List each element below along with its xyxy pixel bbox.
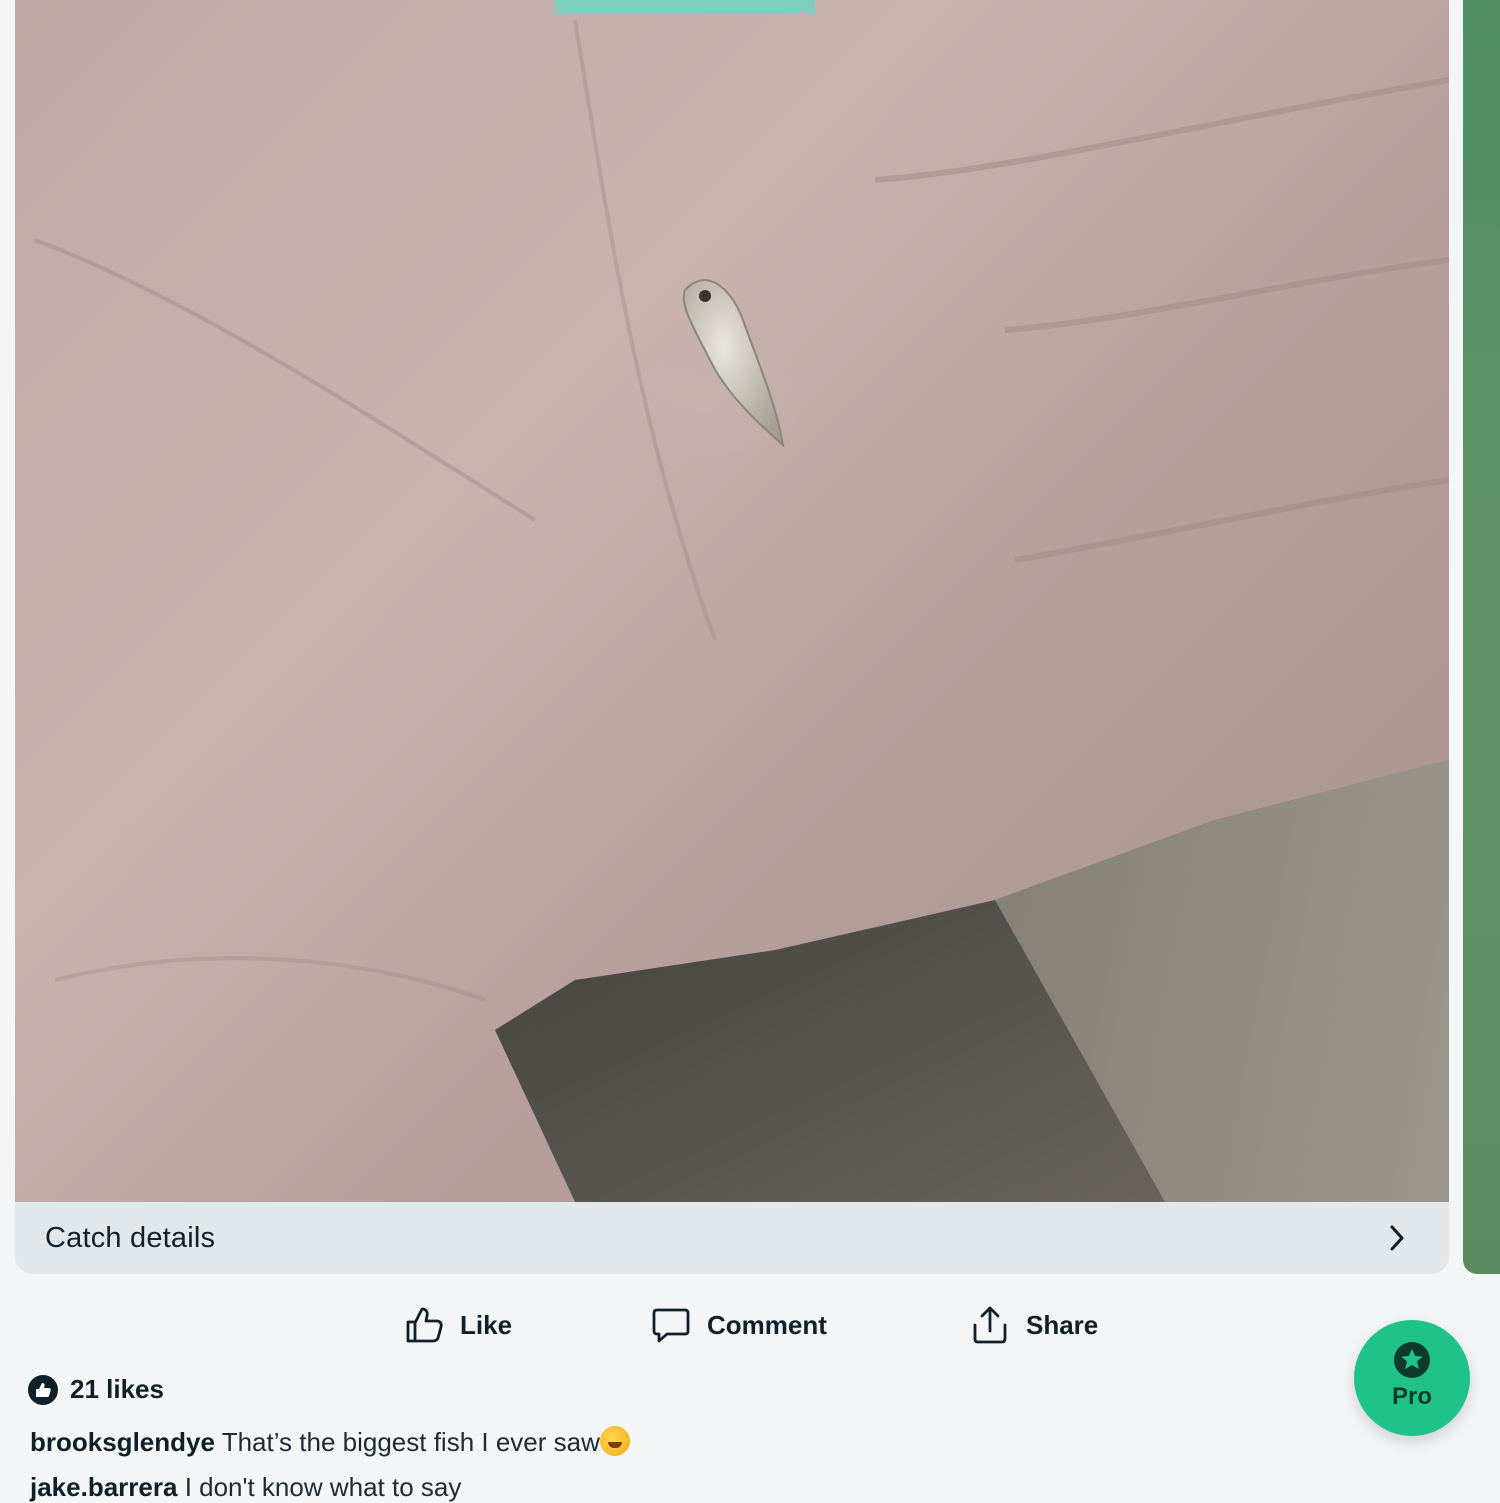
chevron-right-icon — [1390, 1225, 1404, 1251]
share-button[interactable]: Share — [970, 1296, 1098, 1354]
like-button[interactable]: Like — [404, 1296, 512, 1354]
catch-details-label: Catch details — [45, 1221, 216, 1254]
comment-text: That’s the biggest fish I ever saw — [221, 1427, 600, 1457]
water-strip — [555, 0, 815, 14]
likes-summary[interactable]: 21 likes — [28, 1374, 164, 1405]
next-post-card-peek[interactable] — [1463, 0, 1500, 1274]
likes-count: 21 likes — [70, 1374, 164, 1404]
comment-label: Comment — [707, 1309, 827, 1340]
pro-button[interactable]: Pro — [1354, 1320, 1470, 1436]
star-badge-icon — [1394, 1342, 1430, 1378]
pro-label: Pro — [1391, 1383, 1432, 1410]
comment-button[interactable]: Comment — [651, 1296, 827, 1354]
like-label: Like — [460, 1309, 513, 1340]
comment-item: brooksglendye That’s the biggest fish I … — [30, 1426, 630, 1458]
comment-username[interactable]: brooksglendye — [30, 1427, 215, 1457]
speech-bubble-icon — [652, 1308, 690, 1343]
comment-username[interactable]: jake.barrera — [30, 1472, 177, 1502]
post-photo[interactable] — [15, 0, 1449, 1202]
fish-illustration — [682, 279, 785, 448]
post-actions-bar: Like Comment Share — [0, 1296, 1500, 1356]
photo-illustration — [34, 0, 1449, 1202]
thumbs-up-badge-icon — [28, 1374, 58, 1405]
comment-item: jake.barrera I don't know what to say — [30, 1472, 461, 1503]
share-upload-icon — [973, 1306, 1007, 1344]
share-label: Share — [1026, 1309, 1099, 1340]
rolling-laughing-emoji-icon — [599, 1426, 630, 1456]
comment-text: I don't know what to say — [184, 1472, 462, 1502]
post-card: Catch details — [15, 0, 1449, 1274]
catch-details-row[interactable]: Catch details — [15, 1202, 1449, 1274]
thumbs-up-icon — [406, 1307, 443, 1343]
